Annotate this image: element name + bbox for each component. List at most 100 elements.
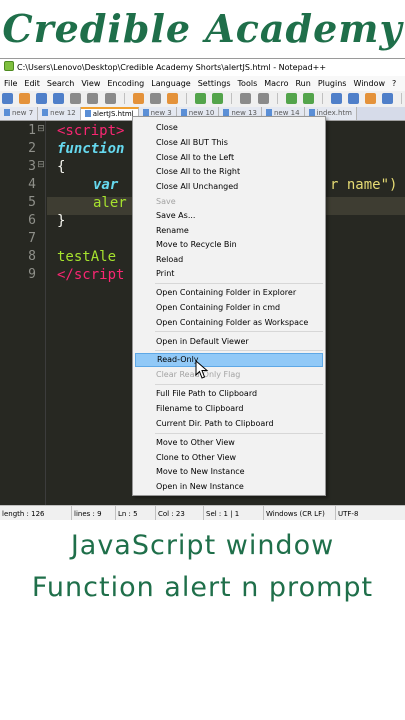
toolbar-separator (231, 93, 233, 104)
menu-item-read-only[interactable]: Read-Only (135, 353, 323, 367)
window-title: C:\Users\Lenovo\Desktop\Credible Academy… (17, 63, 327, 72)
line-number: 6 (28, 213, 36, 228)
menu-view[interactable]: View (77, 76, 103, 91)
line-number: 7 (28, 231, 36, 246)
menu-separator (155, 433, 323, 434)
menu-language[interactable]: Language (147, 76, 193, 91)
code-line: function (57, 141, 125, 157)
save-all-icon[interactable] (53, 93, 65, 104)
toolbar-separator (321, 93, 323, 104)
paste-icon[interactable] (166, 93, 178, 104)
file-icon (265, 109, 272, 116)
tab-new-12[interactable]: new 12 (38, 107, 81, 120)
notepad-plus-plus-icon (4, 61, 14, 71)
menu-item-open-default-viewer[interactable]: Open in Default Viewer (135, 335, 323, 349)
title-bar: C:\Users\Lenovo\Desktop\Credible Academy… (0, 59, 405, 76)
undo-icon[interactable] (195, 93, 207, 104)
menu-item-clone-other-view[interactable]: Clone to Other View (135, 451, 323, 465)
line-number: 9 (28, 267, 36, 282)
menu-help[interactable]: ? (388, 76, 399, 91)
menu-item-open-new-instance[interactable]: Open in New Instance (135, 480, 323, 494)
menu-separator (155, 350, 323, 351)
line-number: 5 (28, 195, 36, 210)
code-line: <script> (57, 123, 125, 139)
replace-icon[interactable] (257, 93, 269, 104)
menu-item-open-folder-explorer[interactable]: Open Containing Folder in Explorer (135, 286, 323, 300)
menu-settings[interactable]: Settings (194, 76, 234, 91)
file-icon (84, 110, 91, 117)
menu-item-open-folder-workspace[interactable]: Open Containing Folder as Workspace (135, 316, 323, 330)
menu-item-rename[interactable]: Rename (135, 224, 323, 238)
status-col: Col : 23 (156, 506, 204, 520)
line-number: 8 (28, 249, 36, 264)
status-bar: length : 126 lines : 9 Ln : 5 Col : 23 Sel :… (0, 505, 405, 520)
status-ln: Ln : 5 (116, 506, 156, 520)
code-line: var (93, 177, 119, 193)
menu-tools[interactable]: Tools (234, 76, 261, 91)
menu-item-close-all-unchanged[interactable]: Close All Unchanged (135, 180, 323, 194)
menu-item-reload[interactable]: Reload (135, 253, 323, 267)
mouse-pointer-icon (195, 360, 209, 379)
close-icon[interactable] (70, 93, 82, 104)
menu-item-dir-path-clipboard[interactable]: Current Dir. Path to Clipboard (135, 417, 323, 431)
menu-plugins[interactable]: Plugins (314, 76, 350, 91)
show-all-chars-icon[interactable] (365, 93, 377, 104)
sync-scroll-icon[interactable] (330, 93, 342, 104)
open-file-icon[interactable] (19, 93, 31, 104)
menu-item-close-all-but-this[interactable]: Close All BUT This (135, 136, 323, 150)
find-icon[interactable] (240, 93, 252, 104)
menu-macro[interactable]: Macro (260, 76, 291, 91)
status-lines: lines : 9 (72, 506, 116, 520)
caption-line-2: Function alert n prompt (31, 572, 374, 603)
fold-toggle-icon[interactable]: ⊟ (36, 124, 46, 134)
status-sel: Sel : 1 | 1 (204, 506, 264, 520)
menu-item-full-path-clipboard[interactable]: Full File Path to Clipboard (135, 387, 323, 401)
cut-icon[interactable] (132, 93, 144, 104)
menu-item-open-folder-cmd[interactable]: Open Containing Folder in cmd (135, 301, 323, 315)
status-encoding[interactable]: UTF-8 (336, 506, 364, 520)
zoom-out-icon[interactable] (302, 93, 314, 104)
redo-icon[interactable] (212, 93, 224, 104)
save-icon[interactable] (36, 93, 48, 104)
menu-item-close[interactable]: Close (135, 121, 323, 135)
zoom-in-icon[interactable] (285, 93, 297, 104)
menu-item-filename-clipboard[interactable]: Filename to Clipboard (135, 402, 323, 416)
tab-alertjs-html[interactable]: alertJS.html (80, 107, 139, 120)
menu-item-move-new-instance[interactable]: Move to New Instance (135, 465, 323, 479)
file-icon (223, 109, 230, 116)
code-line: { (57, 159, 66, 175)
status-eol[interactable]: Windows (CR LF) (264, 506, 336, 520)
print-icon[interactable] (104, 93, 116, 104)
brand-title: Credible Academy (2, 6, 403, 51)
menu-item-save-as[interactable]: Save As... (135, 209, 323, 223)
menu-separator (155, 331, 323, 332)
tab-new-7[interactable]: new 7 (0, 107, 39, 120)
menu-item-close-all-right[interactable]: Close All to the Right (135, 165, 323, 179)
fold-toggle-icon[interactable]: ⊟ (36, 160, 46, 170)
toolbar-separator (186, 93, 188, 104)
word-wrap-icon[interactable] (348, 93, 360, 104)
menu-search[interactable]: Search (43, 76, 77, 91)
menu-item-print[interactable]: Print (135, 267, 323, 281)
menu-item-move-to-recycle-bin[interactable]: Move to Recycle Bin (135, 238, 323, 252)
close-all-icon[interactable] (87, 93, 99, 104)
new-file-icon[interactable] (2, 93, 13, 104)
menu-separator (155, 384, 323, 385)
status-length: length : 126 (0, 506, 72, 520)
file-icon (4, 109, 10, 116)
menu-file[interactable]: File (0, 76, 20, 91)
line-number: 1 (28, 123, 36, 138)
menu-item-close-all-left[interactable]: Close All to the Left (135, 151, 323, 165)
menu-run[interactable]: Run (291, 76, 313, 91)
line-number-gutter: 1 2 3 4 5 6 7 8 9 ⊟ ⊟ (0, 121, 46, 505)
line-number: 3 (28, 159, 36, 174)
toolbar-separator (123, 93, 125, 104)
menu-edit[interactable]: Edit (20, 76, 43, 91)
menu-window[interactable]: Window (349, 76, 388, 91)
file-icon (308, 109, 315, 116)
indent-guide-icon[interactable] (382, 93, 394, 104)
menu-item-move-other-view[interactable]: Move to Other View (135, 436, 323, 450)
menu-item-save: Save (156, 197, 176, 206)
menu-encoding[interactable]: Encoding (103, 76, 147, 91)
copy-icon[interactable] (149, 93, 161, 104)
